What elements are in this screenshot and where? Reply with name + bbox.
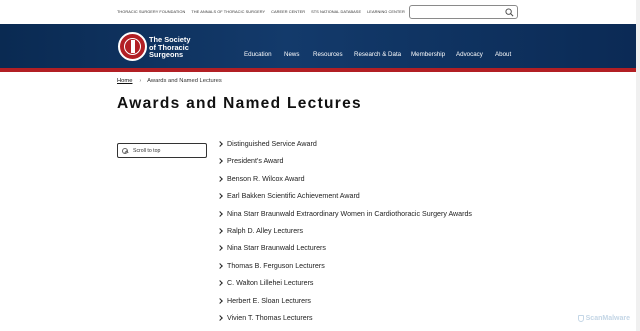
logo-line-3: Surgeons: [149, 50, 184, 60]
breadcrumb: Home › Awards and Named Lectures: [117, 78, 222, 84]
watermark: ScanMalware: [577, 315, 630, 322]
award-item[interactable]: C. Walton Lillehei Lecturers: [217, 278, 314, 288]
award-item[interactable]: Earl Bakken Scientific Achievement Award: [217, 191, 360, 201]
scroll-to-top-label: Scroll to top: [133, 147, 161, 154]
page-scrollbar[interactable]: [636, 0, 640, 331]
search-icon[interactable]: [505, 8, 514, 17]
award-label: Benson R. Wilcox Award: [227, 174, 305, 183]
chevron-right-icon: [217, 193, 223, 200]
award-label: Herbert E. Sloan Lecturers: [227, 296, 311, 305]
chevron-right-icon: [217, 280, 223, 287]
award-label: Earl Bakken Scientific Achievement Award: [227, 192, 360, 201]
award-item[interactable]: Vivien T. Thomas Lecturers: [217, 313, 313, 323]
utility-link-foundation[interactable]: THORACIC SURGERY FOUNDATION: [117, 9, 185, 14]
breadcrumb-separator: ›: [139, 78, 142, 84]
chevron-right-icon: [217, 158, 223, 165]
utility-link-annals[interactable]: THE ANNALS OF THORACIC SURGERY: [191, 9, 265, 14]
header-accent-stripe: [0, 68, 636, 72]
award-item[interactable]: Ralph D. Alley Lecturers: [217, 226, 304, 236]
chevron-right-icon: [217, 210, 223, 217]
chevron-right-icon: [217, 141, 223, 147]
watermark-text: ScanMalware: [585, 315, 630, 322]
award-item[interactable]: Thomas B. Ferguson Lecturers: [217, 261, 325, 271]
search-input[interactable]: [414, 12, 504, 24]
scroll-to-top-button[interactable]: Scroll to top: [117, 143, 207, 158]
sts-seal-logo[interactable]: [118, 32, 147, 61]
search-box: [409, 5, 518, 24]
award-label: Vivien T. Thomas Lecturers: [227, 314, 313, 322]
nav-research-data[interactable]: Research & Data: [354, 51, 401, 58]
chevron-right-icon: [217, 245, 223, 252]
award-item[interactable]: President's Award: [217, 156, 284, 166]
chevron-right-icon: [217, 228, 223, 234]
arrow-up-circle-icon: [122, 147, 128, 154]
shield-icon: [577, 315, 584, 322]
nav-about[interactable]: About: [495, 51, 511, 58]
award-label: Distinguished Service Award: [227, 140, 317, 148]
award-item[interactable]: Distinguished Service Award: [217, 139, 317, 149]
award-label: Nina Starr Braunwald Extraordinary Women…: [227, 209, 472, 218]
award-label: Ralph D. Alley Lecturers: [227, 227, 304, 235]
chevron-right-icon: [217, 175, 223, 182]
utility-links: THORACIC SURGERY FOUNDATION THE ANNALS O…: [117, 9, 455, 14]
chevron-right-icon: [217, 297, 223, 304]
nav-news[interactable]: News: [284, 51, 299, 58]
chevron-right-icon: [217, 315, 223, 321]
nav-resources[interactable]: Resources: [313, 51, 343, 58]
nav-education[interactable]: Education: [244, 51, 272, 58]
site-header: [0, 24, 636, 70]
nav-membership[interactable]: Membership: [411, 51, 445, 58]
breadcrumb-current: Awards and Named Lectures: [147, 78, 222, 84]
award-item[interactable]: Nina Starr Braunwald Extraordinary Women…: [217, 209, 472, 219]
award-item[interactable]: Herbert E. Sloan Lecturers: [217, 296, 311, 306]
chevron-right-icon: [217, 262, 223, 269]
award-label: C. Walton Lillehei Lecturers: [227, 279, 314, 288]
nav-advocacy[interactable]: Advocacy: [456, 51, 483, 58]
award-item[interactable]: Benson R. Wilcox Award: [217, 174, 305, 184]
utility-bar: THORACIC SURGERY FOUNDATION THE ANNALS O…: [0, 0, 640, 24]
page-title: Awards and Named Lectures: [117, 95, 362, 112]
utility-link-learning-center[interactable]: LEARNING CENTER: [367, 9, 405, 14]
award-label: Thomas B. Ferguson Lecturers: [227, 261, 325, 270]
breadcrumb-home[interactable]: Home: [117, 78, 132, 84]
award-label: President's Award: [227, 157, 284, 166]
utility-link-career-center[interactable]: CAREER CENTER: [271, 9, 305, 14]
seal-emblem: [130, 40, 135, 53]
award-label: Nina Starr Braunwald Lecturers: [227, 244, 326, 253]
logo-text[interactable]: The Society of Thoracic Surgeons: [149, 36, 190, 59]
utility-link-national-database[interactable]: STS NATIONAL DATABASE: [311, 9, 361, 14]
award-item[interactable]: Nina Starr Braunwald Lecturers: [217, 243, 326, 253]
